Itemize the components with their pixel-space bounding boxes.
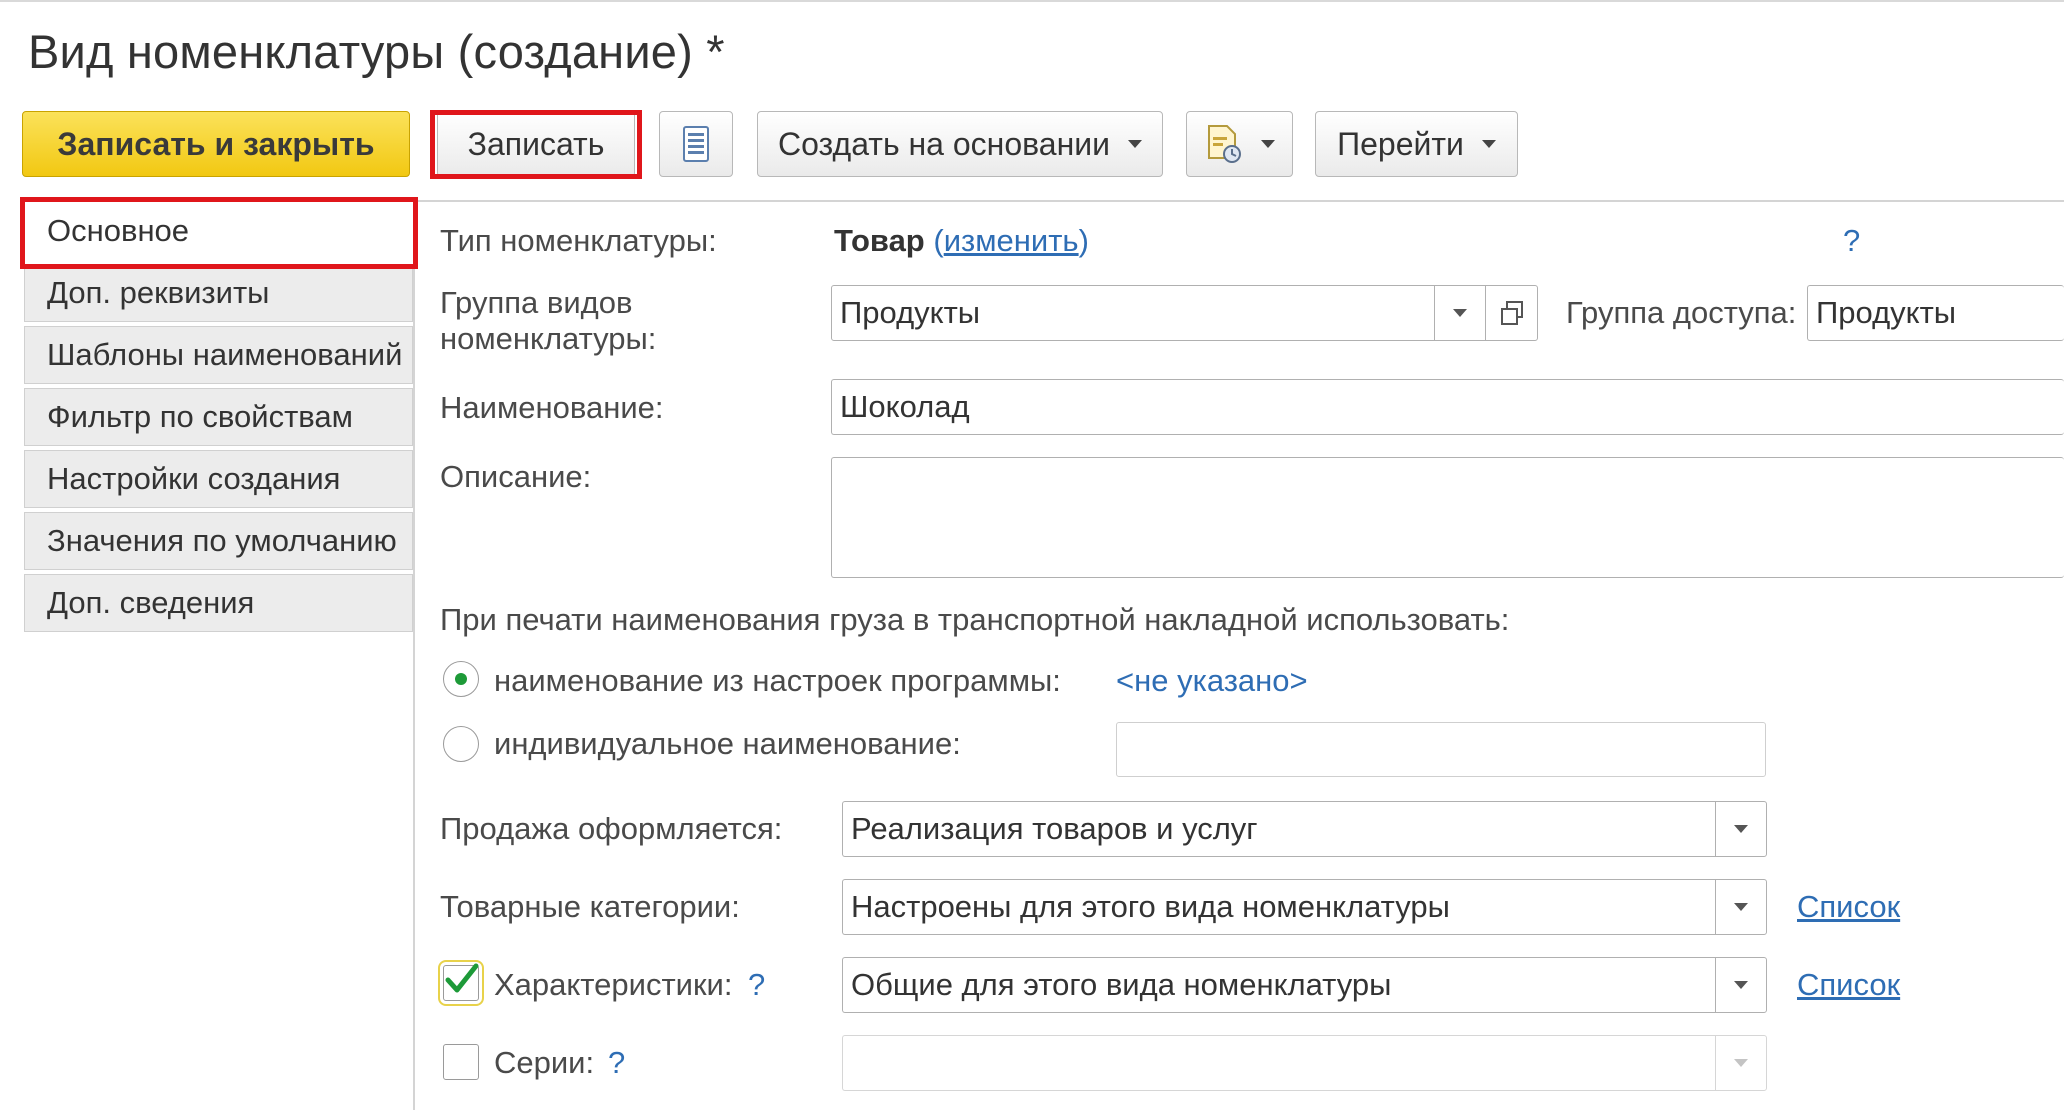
series-help-icon[interactable]: ? xyxy=(608,1045,625,1081)
chevron-down-icon xyxy=(1453,309,1467,317)
create-based-on-button[interactable]: Создать на основании xyxy=(757,111,1163,177)
sidebar-item-creation-settings[interactable]: Настройки создания xyxy=(24,450,413,508)
save-and-close-button[interactable]: Записать и закрыть xyxy=(22,111,410,177)
goto-label: Перейти xyxy=(1337,125,1464,162)
sidebar-item-label: Фильтр по свойствам xyxy=(47,399,353,434)
print-naming-label: При печати наименования груза в транспор… xyxy=(440,602,1510,637)
characteristics-label: Характеристики: xyxy=(494,967,733,1002)
access-group-field[interactable]: Продукты xyxy=(1807,285,2064,341)
series-label: Серии: xyxy=(494,1045,595,1080)
sidebar-divider xyxy=(413,202,415,1110)
description-label: Описание: xyxy=(440,459,592,494)
individual-name-input[interactable] xyxy=(1116,722,1766,777)
series-field[interactable] xyxy=(842,1035,1716,1091)
group-open-button[interactable] xyxy=(1485,285,1538,341)
name-label: Наименование: xyxy=(440,390,664,425)
header-divider xyxy=(413,200,2064,202)
type-change-close: ) xyxy=(1078,223,1089,258)
type-change-link[interactable]: изменить xyxy=(944,223,1079,258)
sale-label: Продажа оформляется: xyxy=(440,811,783,846)
categories-list-link[interactable]: Список xyxy=(1797,889,1900,925)
sidebar-item-label: Настройки создания xyxy=(47,461,341,496)
sidebar-item-property-filter[interactable]: Фильтр по свойствам xyxy=(24,388,413,446)
chevron-down-icon xyxy=(1734,981,1748,989)
sidebar-item-additional-info[interactable]: Доп. сведения xyxy=(24,574,413,632)
sidebar-item-additional-attributes[interactable]: Доп. реквизиты xyxy=(24,264,413,322)
type-value: Товар xyxy=(834,223,925,258)
open-window-icon xyxy=(1500,301,1523,325)
checkmark-icon xyxy=(445,963,479,993)
sidebar-item-label: Доп. сведения xyxy=(47,585,255,620)
type-change-open: ( xyxy=(933,223,944,258)
sidebar-item-default-values[interactable]: Значения по умолчанию xyxy=(24,512,413,570)
group-field[interactable]: Продукты xyxy=(831,285,1435,341)
chevron-down-icon xyxy=(1127,140,1142,148)
characteristics-checkbox[interactable] xyxy=(438,960,484,1006)
categories-field[interactable]: Настроены для этого вида номенклатуры xyxy=(842,879,1716,935)
chevron-down-icon xyxy=(1260,140,1275,148)
access-group-label: Группа доступа: xyxy=(1566,295,1797,330)
characteristics-field[interactable]: Общие для этого вида номенклатуры xyxy=(842,957,1716,1013)
name-input[interactable]: Шоколад xyxy=(831,379,2064,435)
group-dropdown-button[interactable] xyxy=(1434,285,1486,341)
list-icon xyxy=(683,126,709,162)
goto-button[interactable]: Перейти xyxy=(1315,111,1518,177)
sidebar-item-label: Доп. реквизиты xyxy=(47,275,270,310)
group-label-line1: Группа видов xyxy=(440,285,633,320)
type-help-icon[interactable]: ? xyxy=(1843,223,1860,259)
characteristics-help-icon[interactable]: ? xyxy=(748,967,765,1003)
sidebar-item-label: Шаблоны наименований xyxy=(47,337,403,372)
series-checkbox[interactable] xyxy=(443,1044,479,1080)
characteristics-list-link[interactable]: Список xyxy=(1797,967,1900,1003)
group-label-line2: номенклатуры: xyxy=(440,321,657,356)
program-name-value-link[interactable]: <не указано> xyxy=(1116,663,1308,699)
page-title: Вид номенклатуры (создание) * xyxy=(28,25,725,78)
sale-dropdown-button[interactable] xyxy=(1715,801,1767,857)
sale-field[interactable]: Реализация товаров и услуг xyxy=(842,801,1716,857)
radio-program-name[interactable] xyxy=(443,661,479,697)
categories-dropdown-button[interactable] xyxy=(1715,879,1767,935)
type-value-row: Товар (изменить) xyxy=(834,223,1089,259)
series-dropdown-button[interactable] xyxy=(1715,1035,1767,1091)
radio-individual-name[interactable] xyxy=(443,726,479,762)
group-label: Группа видов номенклатуры: xyxy=(440,285,656,357)
list-view-button[interactable] xyxy=(659,111,733,177)
chevron-down-icon xyxy=(1734,903,1748,911)
description-textarea[interactable] xyxy=(831,457,2064,578)
report-settings-button[interactable] xyxy=(1186,111,1293,177)
create-based-on-label: Создать на основании xyxy=(778,125,1110,162)
report-settings-icon xyxy=(1207,125,1241,163)
characteristics-dropdown-button[interactable] xyxy=(1715,957,1767,1013)
top-border xyxy=(0,0,2064,2)
sidebar-highlight-frame xyxy=(20,197,418,269)
radio-program-name-label: наименование из настроек программы: xyxy=(494,663,1061,698)
chevron-down-icon xyxy=(1734,825,1748,833)
save-button-highlight-frame xyxy=(430,110,642,179)
chevron-down-icon xyxy=(1734,1059,1748,1067)
radio-individual-name-label: индивидуальное наименование: xyxy=(494,726,961,761)
chevron-down-icon xyxy=(1481,140,1496,148)
categories-label: Товарные категории: xyxy=(440,889,740,924)
sidebar-item-name-templates[interactable]: Шаблоны наименований xyxy=(24,326,413,384)
type-label: Тип номенклатуры: xyxy=(440,223,717,258)
sidebar-item-label: Значения по умолчанию xyxy=(47,523,397,558)
